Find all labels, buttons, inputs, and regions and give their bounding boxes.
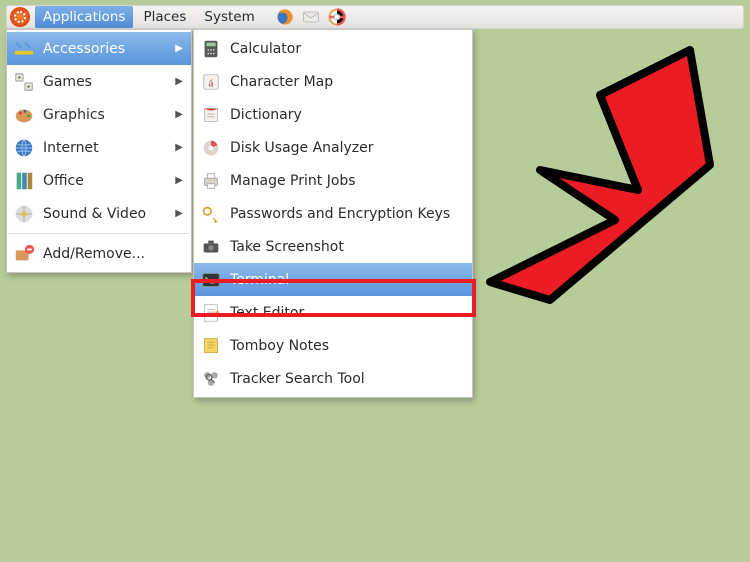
mail-icon[interactable]: [301, 7, 321, 27]
menu-item-label: Disk Usage Analyzer: [230, 140, 464, 156]
chevron-right-icon: ▶: [175, 175, 183, 186]
menu-item-tracker[interactable]: Tracker Search Tool: [194, 362, 472, 395]
menu-item-label: Passwords and Encryption Keys: [230, 206, 464, 222]
svg-text:á: á: [209, 77, 214, 89]
menu-item-label: Add/Remove...: [43, 246, 183, 262]
menu-item-accessories[interactable]: Accessories ▶: [7, 32, 191, 65]
games-icon: [13, 71, 35, 93]
panel-menu-applications[interactable]: Applications: [35, 6, 133, 28]
applications-menu: Accessories ▶ Games ▶ Graphics ▶ Interne…: [6, 29, 192, 273]
chevron-right-icon: ▶: [175, 109, 183, 120]
menu-item-character-map[interactable]: á Character Map: [194, 65, 472, 98]
sound-video-icon: [13, 203, 35, 225]
chevron-right-icon: ▶: [175, 76, 183, 87]
accessories-icon: [13, 38, 35, 60]
menu-item-label: Accessories: [43, 41, 167, 57]
menu-item-label: Internet: [43, 140, 167, 156]
terminal-icon: [200, 269, 222, 291]
panel-menu-label: Applications: [43, 9, 125, 25]
menu-item-label: Office: [43, 173, 167, 189]
menu-item-passwords[interactable]: Passwords and Encryption Keys: [194, 197, 472, 230]
menu-item-graphics[interactable]: Graphics ▶: [7, 98, 191, 131]
help-icon[interactable]: [327, 7, 347, 27]
menu-item-games[interactable]: Games ▶: [7, 65, 191, 98]
menu-item-internet[interactable]: Internet ▶: [7, 131, 191, 164]
chevron-right-icon: ▶: [175, 43, 183, 54]
chevron-right-icon: ▶: [175, 142, 183, 153]
screenshot-icon: [200, 236, 222, 258]
add-remove-icon: [13, 243, 35, 265]
menu-item-screenshot[interactable]: Take Screenshot: [194, 230, 472, 263]
menu-item-text-editor[interactable]: Text Editor: [194, 296, 472, 329]
chevron-right-icon: ▶: [175, 208, 183, 219]
panel-menu-system[interactable]: System: [196, 6, 262, 28]
menu-item-dictionary[interactable]: Dictionary: [194, 98, 472, 131]
menu-item-label: Tomboy Notes: [230, 338, 464, 354]
menu-separator: [9, 233, 189, 234]
disk-usage-icon: [200, 137, 222, 159]
firefox-icon[interactable]: [275, 7, 295, 27]
menu-item-label: Character Map: [230, 74, 464, 90]
annotation-arrow-icon: [460, 30, 730, 330]
panel-menu-places[interactable]: Places: [135, 6, 194, 28]
distro-logo-icon: [10, 7, 30, 27]
panel-menu-label: Places: [143, 9, 186, 25]
internet-icon: [13, 137, 35, 159]
graphics-icon: [13, 104, 35, 126]
menu-item-print-jobs[interactable]: Manage Print Jobs: [194, 164, 472, 197]
menu-item-label: Terminal: [230, 272, 464, 288]
printer-icon: [200, 170, 222, 192]
tracker-icon: [200, 368, 222, 390]
menu-item-label: Games: [43, 74, 167, 90]
menu-item-office[interactable]: Office ▶: [7, 164, 191, 197]
text-editor-icon: [200, 302, 222, 324]
menu-item-label: Text Editor: [230, 305, 464, 321]
menu-item-label: Tracker Search Tool: [230, 371, 464, 387]
dictionary-icon: [200, 104, 222, 126]
office-icon: [13, 170, 35, 192]
tomboy-icon: [200, 335, 222, 357]
menu-item-calculator[interactable]: Calculator: [194, 32, 472, 65]
character-map-icon: á: [200, 71, 222, 93]
top-panel: Applications Places System: [6, 5, 744, 29]
menu-item-sound-video[interactable]: Sound & Video ▶: [7, 197, 191, 230]
menu-item-tomboy[interactable]: Tomboy Notes: [194, 329, 472, 362]
menu-item-label: Manage Print Jobs: [230, 173, 464, 189]
panel-menu-label: System: [204, 9, 254, 25]
keys-icon: [200, 203, 222, 225]
menu-item-disk-usage[interactable]: Disk Usage Analyzer: [194, 131, 472, 164]
menu-item-label: Take Screenshot: [230, 239, 464, 255]
menu-item-label: Dictionary: [230, 107, 464, 123]
menu-item-add-remove[interactable]: Add/Remove...: [7, 237, 191, 270]
calculator-icon: [200, 38, 222, 60]
menu-item-label: Sound & Video: [43, 206, 167, 222]
menu-item-label: Calculator: [230, 41, 464, 57]
accessories-submenu: Calculator á Character Map Dictionary Di…: [193, 29, 473, 398]
menu-item-terminal[interactable]: Terminal: [194, 263, 472, 296]
menu-item-label: Graphics: [43, 107, 167, 123]
